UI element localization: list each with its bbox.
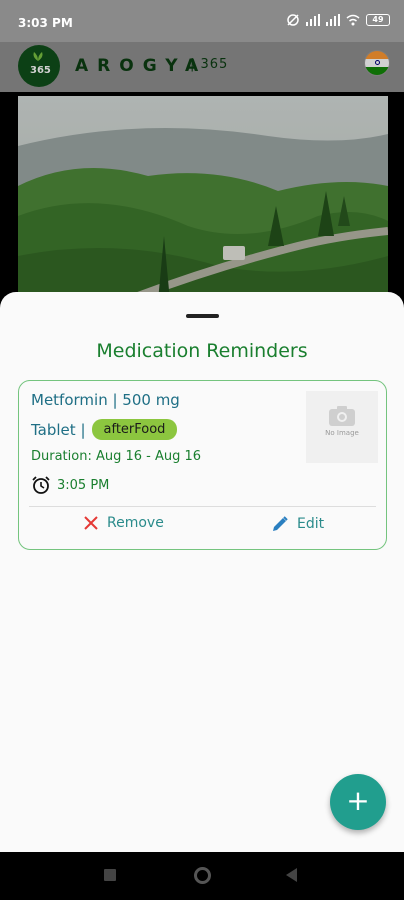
- status-time: 3:03 PM: [18, 16, 73, 30]
- system-nav-bar: [0, 852, 404, 900]
- reminder-time-row: 3:05 PM: [31, 475, 109, 495]
- sheet-title: Medication Reminders: [96, 340, 308, 362]
- edit-button[interactable]: Edit: [271, 515, 324, 533]
- status-bar: 3:03 PM 49: [0, 0, 404, 42]
- alarm-clock-icon: [32, 476, 50, 494]
- medicine-form: Tablet |: [31, 420, 86, 439]
- status-icons: 49: [286, 14, 390, 26]
- add-reminder-button[interactable]: +: [330, 774, 386, 830]
- wifi-icon: [346, 14, 360, 26]
- battery-icon: 49: [366, 14, 390, 26]
- remove-button[interactable]: Remove: [83, 515, 164, 531]
- medicine-form-row: Tablet | afterFood: [31, 419, 178, 440]
- home-button[interactable]: [194, 867, 211, 884]
- timing-badge: afterFood: [91, 419, 178, 440]
- recents-button[interactable]: [104, 869, 116, 881]
- no-image-label: No Image: [325, 429, 359, 437]
- drag-handle[interactable]: [186, 314, 219, 318]
- card-divider: [29, 506, 376, 507]
- medicine-image-placeholder: No Image: [306, 391, 378, 463]
- medicine-name-dose: Metformin | 500 mg: [31, 391, 180, 409]
- reminder-time: 3:05 PM: [57, 477, 110, 493]
- dnd-off-icon: [287, 14, 299, 26]
- signal-icon: [306, 14, 320, 26]
- signal-2-icon: [326, 14, 340, 26]
- reminder-card[interactable]: Metformin | 500 mg Tablet | afterFood Du…: [18, 380, 387, 550]
- reminders-bottom-sheet: Medication Reminders Metformin | 500 mg …: [0, 292, 404, 852]
- close-icon: [84, 516, 98, 530]
- backdrop-scrim[interactable]: [0, 42, 404, 302]
- pencil-icon: [273, 516, 288, 531]
- edit-label: Edit: [297, 516, 325, 532]
- back-button[interactable]: [286, 868, 297, 882]
- remove-label: Remove: [107, 515, 164, 531]
- camera-icon: [329, 406, 355, 426]
- duration-text: Duration: Aug 16 - Aug 16: [31, 449, 202, 464]
